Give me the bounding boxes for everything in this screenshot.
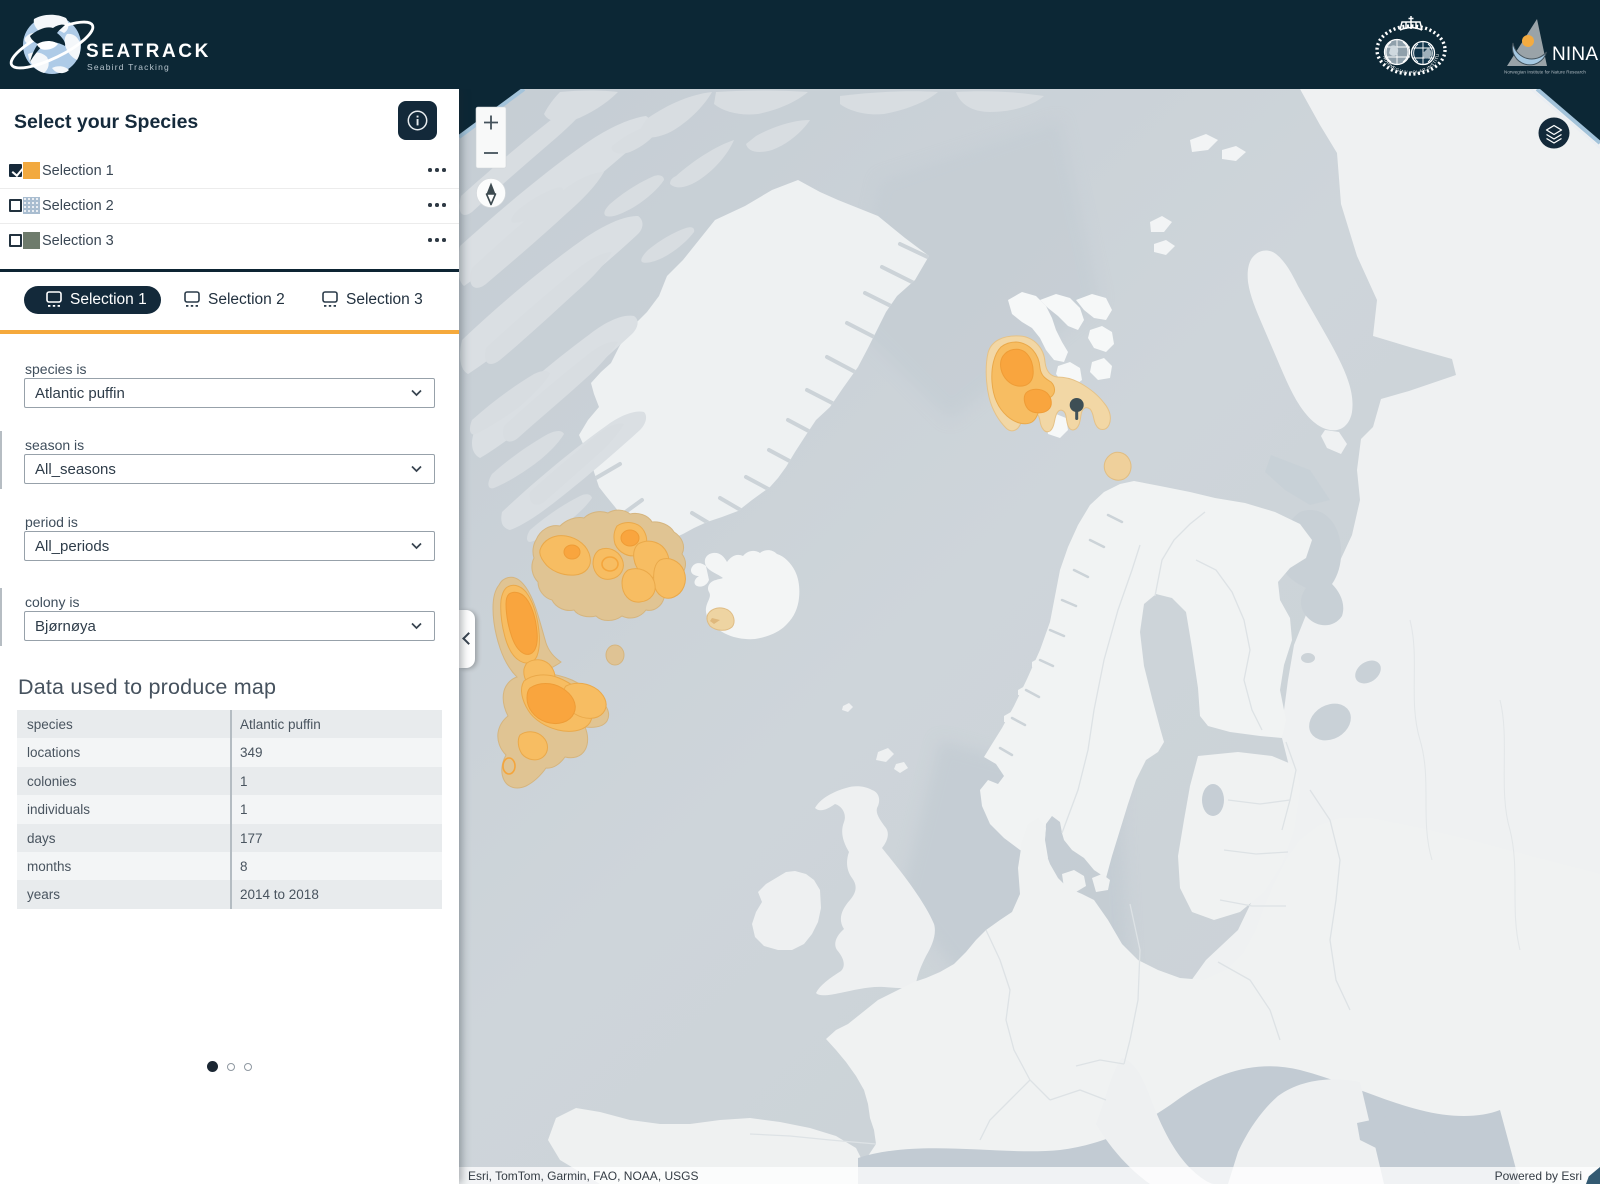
svg-text:NINA: NINA xyxy=(1552,44,1598,65)
svg-text:NORWEGIAN POLAR INSTITUTE: NORWEGIAN POLAR INSTITUTE xyxy=(0,0,1440,75)
svg-text:Norwegian Institute for Nature: Norwegian Institute for Nature Research xyxy=(1504,70,1586,75)
